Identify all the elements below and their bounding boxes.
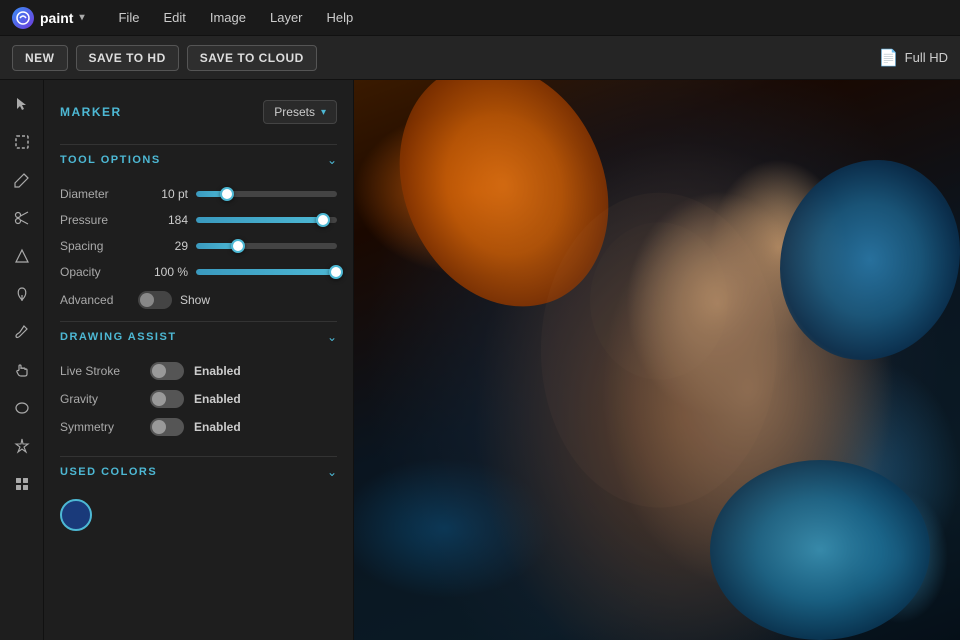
live-stroke-row: Live Stroke Enabled [60, 362, 337, 380]
used-colors-arrow: ⌄ [327, 465, 337, 479]
save-hd-button[interactable]: SAVE TO HD [76, 45, 179, 71]
tool-options-header[interactable]: TOOL OPTIONS ⌄ [44, 145, 353, 175]
logo-icon [12, 7, 34, 29]
gravity-value: Enabled [194, 392, 241, 406]
marker-section: MARKER Presets ▾ [44, 92, 353, 144]
diameter-slider[interactable] [196, 191, 337, 197]
spacing-value: 29 [138, 239, 188, 253]
menu-edit[interactable]: Edit [153, 6, 195, 29]
opacity-slider[interactable] [196, 269, 337, 275]
used-colors-title: USED COLORS [60, 466, 157, 478]
symmetry-label: Symmetry [60, 420, 140, 434]
presets-arrow: ▾ [321, 107, 326, 118]
full-hd-label: Full HD [905, 50, 948, 65]
color-swatch-0[interactable] [60, 499, 92, 531]
advanced-toggle[interactable] [138, 291, 172, 309]
app-name: paint [40, 10, 73, 26]
gravity-row: Gravity Enabled [60, 390, 337, 408]
opacity-label: Opacity [60, 265, 130, 279]
tools-panel [0, 80, 44, 640]
drawing-assist-body: Live Stroke Enabled Gravity Enabled Symm… [44, 352, 353, 456]
new-button[interactable]: NEW [12, 45, 68, 71]
pressure-label: Pressure [60, 213, 130, 227]
app-logo[interactable]: paint ▾ [12, 7, 84, 29]
presets-dropdown[interactable]: Presets ▾ [263, 100, 337, 124]
drawing-assist-arrow: ⌄ [327, 330, 337, 344]
drawing-assist-header[interactable]: DRAWING ASSIST ⌄ [44, 322, 353, 352]
marker-label: MARKER [60, 105, 122, 119]
symmetry-toggle[interactable] [150, 418, 184, 436]
menu-image[interactable]: Image [200, 6, 256, 29]
spacing-label: Spacing [60, 239, 130, 253]
advanced-row: Advanced Show [60, 291, 337, 309]
used-colors-body [44, 487, 353, 543]
diameter-label: Diameter [60, 187, 130, 201]
select-tool[interactable] [6, 88, 38, 120]
menu-help[interactable]: Help [317, 6, 364, 29]
pen-tool[interactable] [6, 278, 38, 310]
toolbar: NEW SAVE TO HD SAVE TO CLOUD 📄 Full HD [0, 36, 960, 80]
canvas-area[interactable] [354, 80, 960, 640]
pressure-value: 184 [138, 213, 188, 227]
marquee-tool[interactable] [6, 126, 38, 158]
live-stroke-label: Live Stroke [60, 364, 140, 378]
live-stroke-thumb [152, 364, 166, 378]
app-dropdown-arrow[interactable]: ▾ [79, 12, 84, 23]
gravity-toggle[interactable] [150, 390, 184, 408]
toggle-thumb [140, 293, 154, 307]
pressure-row: Pressure 184 [60, 213, 337, 227]
opacity-row: Opacity 100 % [60, 265, 337, 279]
spacing-row: Spacing 29 [60, 239, 337, 253]
menu-bar: File Edit Image Layer Help [108, 6, 363, 29]
ellipse-tool[interactable] [6, 392, 38, 424]
grid-tool[interactable] [6, 468, 38, 500]
brush-tool[interactable] [6, 316, 38, 348]
title-bar: paint ▾ File Edit Image Layer Help [0, 0, 960, 36]
opacity-value: 100 % [138, 265, 188, 279]
tool-options-title: TOOL OPTIONS [60, 154, 161, 166]
effects-tool[interactable] [6, 430, 38, 462]
canvas-overlay [354, 80, 960, 640]
file-icon: 📄 [879, 48, 899, 68]
live-stroke-value: Enabled [194, 364, 241, 378]
scissors-tool[interactable] [6, 202, 38, 234]
pencil-tool[interactable] [6, 164, 38, 196]
main-area: MARKER Presets ▾ TOOL OPTIONS ⌄ Diameter… [0, 80, 960, 640]
symmetry-thumb [152, 420, 166, 434]
advanced-label: Advanced [60, 293, 130, 307]
menu-layer[interactable]: Layer [260, 6, 313, 29]
symmetry-value: Enabled [194, 420, 241, 434]
pressure-slider[interactable] [196, 217, 337, 223]
advanced-show[interactable]: Show [180, 293, 210, 307]
marker-header: MARKER Presets ▾ [60, 100, 337, 124]
symmetry-row: Symmetry Enabled [60, 418, 337, 436]
used-colors-header[interactable]: USED COLORS ⌄ [44, 457, 353, 487]
tool-options-arrow: ⌄ [327, 153, 337, 167]
settings-panel: MARKER Presets ▾ TOOL OPTIONS ⌄ Diameter… [44, 80, 354, 640]
save-cloud-button[interactable]: SAVE TO CLOUD [187, 45, 317, 71]
diameter-value: 10 pt [138, 187, 188, 201]
spacing-slider[interactable] [196, 243, 337, 249]
shape-tool[interactable] [6, 240, 38, 272]
drawing-assist-title: DRAWING ASSIST [60, 331, 177, 343]
gravity-label: Gravity [60, 392, 140, 406]
gravity-thumb [152, 392, 166, 406]
canvas-background [354, 80, 960, 640]
tool-options-body: Diameter 10 pt Pressure 184 Spacing 29 [44, 175, 353, 321]
presets-label: Presets [274, 105, 315, 119]
diameter-row: Diameter 10 pt [60, 187, 337, 201]
full-hd-button[interactable]: 📄 Full HD [879, 48, 948, 68]
hand-tool[interactable] [6, 354, 38, 386]
menu-file[interactable]: File [108, 6, 149, 29]
live-stroke-toggle[interactable] [150, 362, 184, 380]
